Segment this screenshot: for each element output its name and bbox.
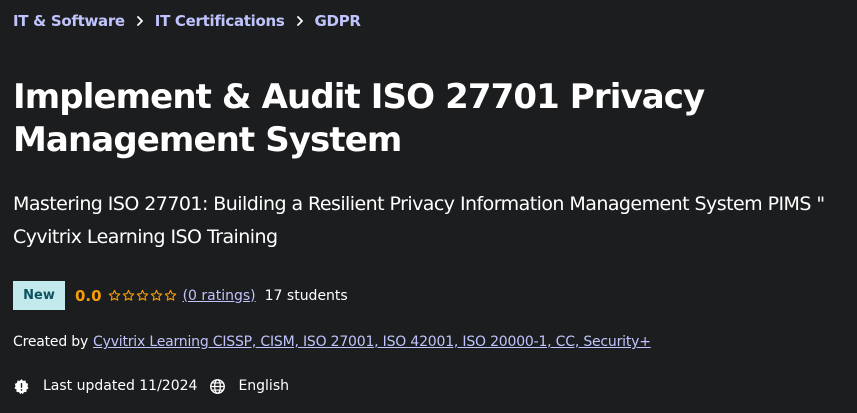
students-count: 17 students (264, 287, 348, 304)
star-empty-icon (122, 289, 134, 301)
breadcrumb: IT & Software IT Certifications GDPR (13, 10, 361, 32)
star-empty-icon (164, 289, 176, 301)
alert-badge-icon (14, 378, 29, 394)
ratings-link[interactable]: (0 ratings) (183, 288, 256, 304)
chevron-right-icon (285, 10, 315, 32)
chevron-right-icon (125, 10, 155, 32)
course-meta-row: Last updated 11/2024 English (13, 375, 289, 397)
created-by-row: Created by Cyvitrix Learning CISSP, CISM… (13, 331, 651, 353)
breadcrumb-gdpr[interactable]: GDPR (315, 12, 361, 30)
course-title: Implement & Audit ISO 27701 Privacy Mana… (13, 77, 705, 160)
globe-icon (210, 378, 226, 394)
last-updated: Last updated 11/2024 (43, 378, 198, 394)
new-badge: New (13, 281, 65, 310)
created-by-label: Created by (13, 334, 89, 350)
rating-value: 0.0 (75, 286, 102, 305)
breadcrumb-it-certifications[interactable]: IT Certifications (155, 12, 285, 30)
star-empty-icon (108, 289, 120, 301)
star-empty-icon (136, 289, 148, 301)
star-empty-icon (150, 289, 162, 301)
rating-stars (108, 289, 177, 302)
breadcrumb-it-software[interactable]: IT & Software (13, 12, 125, 30)
instructor-link[interactable]: Cyvitrix Learning CISSP, CISM, ISO 27001… (93, 334, 651, 350)
course-subtitle: Mastering ISO 27701: Building a Resilien… (13, 193, 825, 248)
course-language: English (238, 378, 289, 394)
rating-row: New 0.0 (0 ratings) 17 students (13, 281, 348, 310)
